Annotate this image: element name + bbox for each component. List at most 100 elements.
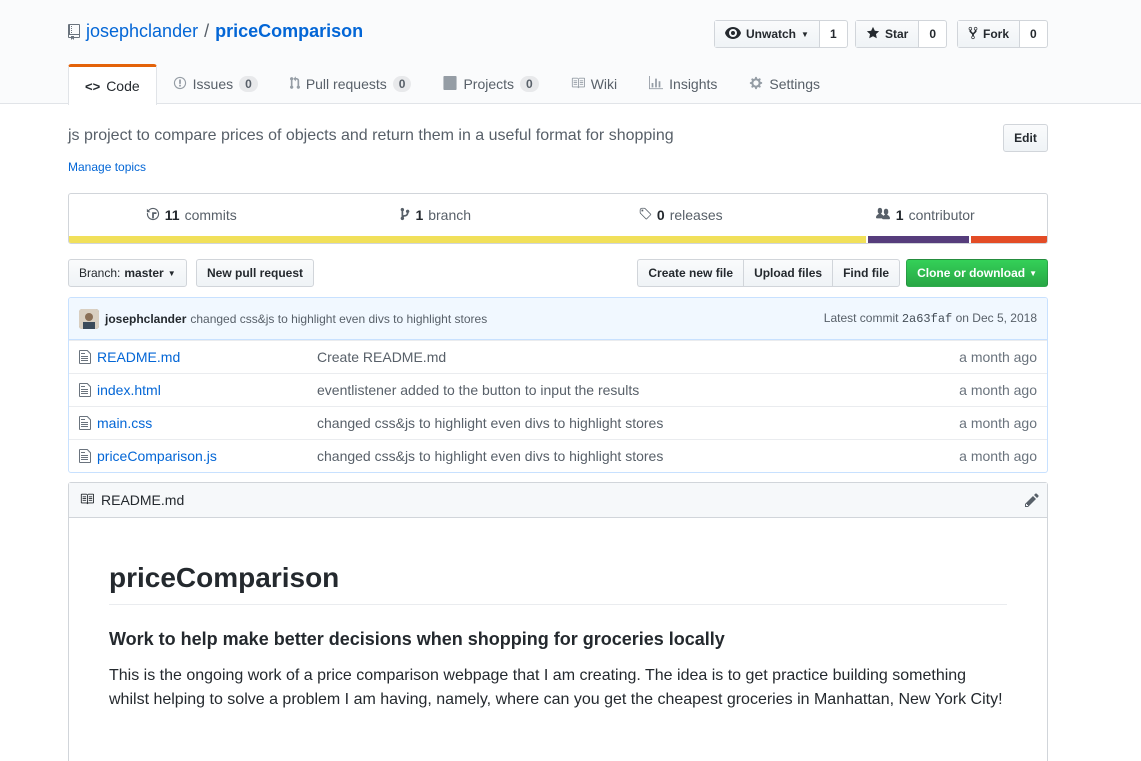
language-bar[interactable] (69, 236, 1047, 243)
history-icon (146, 207, 160, 224)
watch-count[interactable]: 1 (820, 21, 847, 47)
readme-title: priceComparison (109, 562, 1007, 605)
file-age: a month ago (959, 382, 1037, 398)
repo-title: josephclander / priceComparison (68, 21, 363, 42)
fork-label: Fork (983, 27, 1010, 41)
repo-summary: 11 commits 1 branch 0 releases 1 contrib… (68, 193, 1048, 244)
avatar[interactable] (79, 308, 99, 329)
branches-link[interactable]: 1 branch (314, 207, 559, 224)
unwatch-button[interactable]: Unwatch ▼ (715, 21, 820, 47)
file-commit-message-link[interactable]: changed css&js to highlight even divs to… (317, 448, 959, 464)
tab-projects-label: Projects (463, 76, 515, 92)
clone-or-download-button[interactable]: Clone or download ▼ (906, 259, 1048, 287)
tab-code-label: Code (106, 78, 140, 94)
file-age: a month ago (959, 349, 1037, 365)
create-new-file-button[interactable]: Create new file (637, 259, 744, 287)
contributors-link[interactable]: 1 contributor (803, 207, 1048, 224)
file-commit-message-link[interactable]: eventlistener added to the button to inp… (317, 382, 959, 398)
star-label: Star (885, 27, 909, 41)
repo-separator: / (204, 21, 210, 41)
readme-subtitle: Work to help make better decisions when … (109, 629, 725, 649)
tab-pull-requests-label: Pull requests (305, 76, 387, 92)
commits-label: commits (184, 207, 237, 223)
graph-icon (649, 75, 664, 93)
file-commit-message-link[interactable]: Create README.md (317, 349, 959, 365)
git-pull-request-icon (289, 75, 300, 93)
file-name-link[interactable]: index.html (97, 382, 317, 398)
tab-wiki-label: Wiki (590, 76, 618, 92)
find-file-button[interactable]: Find file (832, 259, 901, 287)
git-branch-icon (400, 207, 410, 224)
file-row: index.html eventlistener added to the bu… (69, 373, 1047, 406)
tab-settings-label: Settings (769, 76, 820, 92)
file-age: a month ago (959, 415, 1037, 431)
commit-author-link[interactable]: josephclander (105, 312, 186, 326)
file-list: josephclander changed css&js to highligh… (68, 297, 1048, 473)
unwatch-label: Unwatch (746, 27, 797, 41)
gear-icon (749, 76, 763, 93)
star-count[interactable]: 0 (919, 21, 946, 47)
star-button[interactable]: Star (856, 21, 920, 47)
manage-topics-link[interactable]: Manage topics (68, 160, 146, 174)
contributors-label: contributor (908, 207, 975, 223)
fork-button-group: Fork 0 (957, 20, 1048, 48)
repo-name-link[interactable]: priceComparison (215, 21, 363, 42)
upload-files-button[interactable]: Upload files (743, 259, 833, 287)
fork-count[interactable]: 0 (1020, 21, 1047, 47)
tab-settings[interactable]: Settings (733, 64, 836, 104)
latest-commit-meta: Latest commit 2a63faf on Dec 5, 2018 (824, 311, 1037, 326)
releases-link[interactable]: 0 releases (558, 207, 803, 224)
tab-issues[interactable]: Issues 0 (157, 64, 274, 104)
new-pull-request-button[interactable]: New pull request (196, 259, 315, 287)
file-row: priceComparison.js changed css&js to hig… (69, 439, 1047, 472)
tab-insights[interactable]: Insights (633, 64, 733, 104)
pencil-icon[interactable] (1025, 492, 1039, 508)
project-icon (443, 75, 457, 93)
chevron-down-icon: ▼ (1029, 268, 1037, 278)
commit-sha-link[interactable]: 2a63faf (902, 312, 952, 326)
edit-description-button[interactable]: Edit (1003, 124, 1048, 152)
branch-select-button[interactable]: Branch: master ▼ (68, 259, 187, 287)
language-segment[interactable] (968, 236, 1047, 243)
issue-opened-icon (173, 76, 187, 93)
file-name-link[interactable]: README.md (97, 349, 317, 365)
tab-projects[interactable]: Projects 0 (427, 64, 554, 104)
tab-insights-label: Insights (669, 76, 718, 92)
file-navigation: Branch: master ▼ New pull request Create… (68, 259, 1048, 287)
fork-button[interactable]: Fork (958, 21, 1021, 47)
file-icon (79, 349, 97, 365)
issues-counter: 0 (239, 76, 258, 92)
commit-message-link[interactable]: changed css&js to highlight even divs to… (190, 312, 487, 326)
releases-count: 0 (656, 207, 665, 223)
tab-pull-requests[interactable]: Pull requests 0 (274, 64, 428, 104)
commits-link[interactable]: 11 commits (69, 207, 314, 224)
file-name-link[interactable]: priceComparison.js (97, 448, 317, 464)
star-icon (866, 26, 880, 43)
latest-commit-bar: josephclander changed css&js to highligh… (69, 298, 1047, 340)
file-icon (79, 382, 97, 398)
book-icon (79, 492, 95, 509)
file-name-link[interactable]: main.css (97, 415, 317, 431)
code-icon: <> (85, 78, 101, 94)
tab-wiki[interactable]: Wiki (555, 64, 633, 104)
language-segment[interactable] (866, 236, 969, 243)
repo-owner-link[interactable]: josephclander (86, 21, 198, 42)
readme-header: README.md (69, 483, 1047, 518)
file-commit-message-link[interactable]: changed css&js to highlight even divs to… (317, 415, 959, 431)
commit-date: on Dec 5, 2018 (955, 311, 1037, 325)
repo-icon (68, 23, 80, 40)
fork-icon (968, 26, 978, 43)
latest-commit-label: Latest commit (823, 311, 899, 325)
clone-label: Clone or download (917, 266, 1026, 280)
branch-name: master (124, 266, 164, 280)
language-segment[interactable] (69, 236, 867, 243)
pull-requests-counter: 0 (392, 76, 412, 92)
branches-count: 1 (415, 207, 424, 223)
tag-icon (638, 207, 652, 224)
repo-nav-tabs: <> Code Issues 0 Pull requests 0 Project… (68, 64, 836, 105)
tab-code[interactable]: <> Code (68, 64, 157, 105)
book-icon (571, 76, 585, 93)
eye-icon (725, 26, 741, 42)
readme-content: priceComparison Work to help make better… (69, 518, 1047, 712)
projects-counter: 0 (520, 76, 539, 92)
